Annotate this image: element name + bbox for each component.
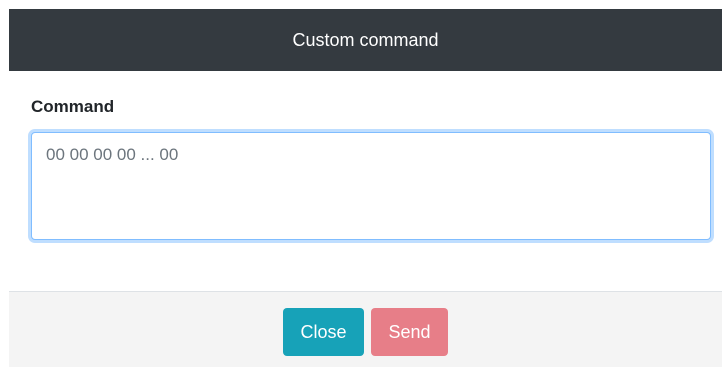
dialog-footer: Close Send [9, 291, 722, 367]
dialog-body: Command [9, 71, 722, 265]
dialog-title: Custom command [292, 29, 439, 50]
close-button[interactable]: Close [283, 308, 364, 356]
command-input[interactable] [31, 132, 711, 240]
command-label: Command [31, 97, 115, 116]
send-button[interactable]: Send [371, 308, 448, 356]
custom-command-dialog: Custom command Command Close Send [9, 9, 722, 367]
dialog-header: Custom command [9, 9, 722, 71]
